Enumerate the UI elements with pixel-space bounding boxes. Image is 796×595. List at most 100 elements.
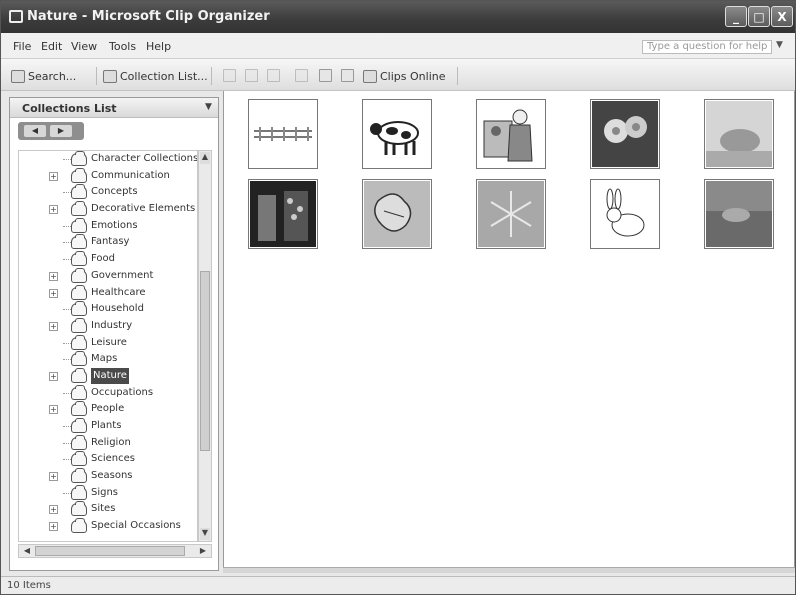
- tree-item-label: Nature: [91, 367, 129, 384]
- tree-item[interactable]: Household: [19, 301, 197, 318]
- search-button[interactable]: Search...: [11, 67, 76, 85]
- tree-item[interactable]: + Government: [19, 267, 197, 285]
- expand-icon[interactable]: +: [49, 371, 58, 381]
- tree-item[interactable]: + Special Occasions: [19, 518, 197, 535]
- tree-item[interactable]: + People: [19, 401, 197, 418]
- title-bar: Nature - Microsoft Clip Organizer _ □ X: [1, 1, 795, 33]
- clip-thumbnail[interactable]: [362, 99, 432, 169]
- copy-icon[interactable]: [223, 69, 236, 82]
- thumbnails-icon[interactable]: [295, 69, 308, 82]
- tree-connector: [63, 492, 71, 494]
- tree-item[interactable]: + Decorative Elements: [19, 201, 197, 218]
- menu-bar: File Edit View Tools Help Type a questio…: [1, 33, 795, 59]
- toolbar-separator: [457, 67, 458, 85]
- item-count: 10 Items: [7, 580, 51, 591]
- close-button[interactable]: X: [771, 6, 793, 27]
- tree-item[interactable]: Emotions: [19, 217, 197, 235]
- tree-item[interactable]: Maps: [19, 351, 197, 368]
- tree-item-label: Household: [91, 303, 144, 315]
- tree-item[interactable]: + Industry: [19, 317, 197, 335]
- fence-image: [254, 127, 312, 141]
- expand-icon[interactable]: +: [49, 271, 58, 281]
- clip-thumbnail[interactable]: [362, 179, 432, 249]
- collections-task-pane: Collections List ▼ ◀ ▶ Character Collect…: [9, 97, 219, 571]
- expand-icon[interactable]: +: [49, 288, 58, 298]
- collection-list-button[interactable]: Collection List...: [103, 67, 208, 85]
- scroll-thumb[interactable]: [200, 271, 210, 451]
- clip-thumbnail[interactable]: [704, 179, 774, 249]
- plants-image: [250, 181, 316, 247]
- snowflake-image: [478, 181, 544, 247]
- details-view-icon[interactable]: [341, 69, 354, 82]
- chevron-down-icon[interactable]: ▼: [205, 102, 212, 112]
- folder-icon: [71, 217, 87, 233]
- clip-thumbnail[interactable]: [476, 99, 546, 169]
- tree-item[interactable]: Fantasy: [19, 234, 197, 251]
- expand-icon[interactable]: +: [49, 405, 58, 415]
- tree-item[interactable]: + Seasons: [19, 468, 197, 485]
- minimize-button[interactable]: _: [725, 6, 747, 27]
- scroll-right-icon[interactable]: ▶: [197, 546, 209, 556]
- tree-connector: [63, 192, 71, 194]
- folder-icon: [71, 401, 87, 417]
- tree-item[interactable]: Character Collections: [19, 151, 197, 168]
- chevron-down-icon[interactable]: ▼: [776, 40, 783, 50]
- tree-item[interactable]: Religion: [19, 434, 197, 452]
- tree-item[interactable]: Sciences: [19, 451, 197, 468]
- menu-help[interactable]: Help: [146, 40, 171, 53]
- tree-item[interactable]: + Healthcare: [19, 284, 197, 302]
- clip-thumbnail[interactable]: [590, 179, 660, 249]
- menu-tools[interactable]: Tools: [109, 40, 136, 53]
- menu-edit[interactable]: Edit: [41, 40, 62, 53]
- collections-tree: Character Collections + Communication Conce…: [18, 150, 198, 542]
- clip-thumbnail[interactable]: [248, 179, 318, 249]
- clip-thumbnail[interactable]: [590, 99, 660, 169]
- scroll-down-icon[interactable]: ▼: [200, 528, 210, 540]
- back-button[interactable]: ◀: [24, 125, 46, 137]
- expand-icon[interactable]: +: [49, 505, 58, 515]
- tree-item[interactable]: Occupations: [19, 384, 197, 402]
- clip-thumbnail[interactable]: [248, 99, 318, 169]
- tree-item[interactable]: + Nature: [19, 367, 197, 385]
- folder-icon: [71, 418, 87, 433]
- tree-horizontal-scrollbar[interactable]: ◀ ▶: [18, 544, 212, 558]
- gallery-scrollbar[interactable]: [223, 567, 795, 573]
- delete-icon[interactable]: [267, 69, 280, 82]
- scroll-thumb[interactable]: [35, 546, 185, 556]
- list-view-icon[interactable]: [319, 69, 332, 82]
- clip-thumbnail[interactable]: [476, 179, 546, 249]
- maximize-button[interactable]: □: [748, 6, 770, 27]
- folder-icon: [71, 468, 87, 484]
- forward-button[interactable]: ▶: [50, 125, 72, 137]
- folder-icon: [71, 267, 87, 283]
- help-question-box[interactable]: Type a question for help: [642, 40, 772, 54]
- folder-icon: [71, 234, 87, 250]
- tree-item[interactable]: + Sites: [19, 501, 197, 518]
- expand-icon[interactable]: +: [49, 522, 58, 532]
- toolbar: Search... Collection List... Clips Onlin…: [1, 59, 795, 91]
- tree-item[interactable]: Signs: [19, 484, 197, 502]
- tree-item[interactable]: Concepts: [19, 184, 197, 201]
- menu-file[interactable]: File: [13, 40, 31, 53]
- menu-view[interactable]: View: [71, 40, 97, 53]
- tree-vertical-scrollbar[interactable]: ▲ ▼: [198, 150, 212, 542]
- clips-online-button[interactable]: Clips Online: [363, 67, 445, 85]
- tree-connector: [63, 359, 71, 361]
- expand-icon[interactable]: +: [49, 171, 58, 181]
- expand-icon[interactable]: +: [49, 321, 58, 331]
- expand-icon[interactable]: +: [49, 472, 58, 482]
- tree-item[interactable]: Plants: [19, 418, 197, 435]
- expand-icon[interactable]: +: [49, 205, 58, 215]
- clip-thumbnail[interactable]: [704, 99, 774, 169]
- tree-item-label: Healthcare: [91, 286, 146, 298]
- tree-item[interactable]: Leisure: [19, 334, 197, 352]
- tree-connector: [63, 459, 71, 461]
- paste-icon[interactable]: [245, 69, 258, 82]
- scroll-up-icon[interactable]: ▲: [200, 152, 210, 164]
- clips-online-icon: [363, 69, 377, 83]
- clips-online-button-label: Clips Online: [380, 69, 446, 83]
- tree-item[interactable]: Food: [19, 251, 197, 268]
- folder-icon: [71, 284, 87, 300]
- scroll-left-icon[interactable]: ◀: [21, 546, 33, 556]
- tree-item[interactable]: + Communication: [19, 167, 197, 185]
